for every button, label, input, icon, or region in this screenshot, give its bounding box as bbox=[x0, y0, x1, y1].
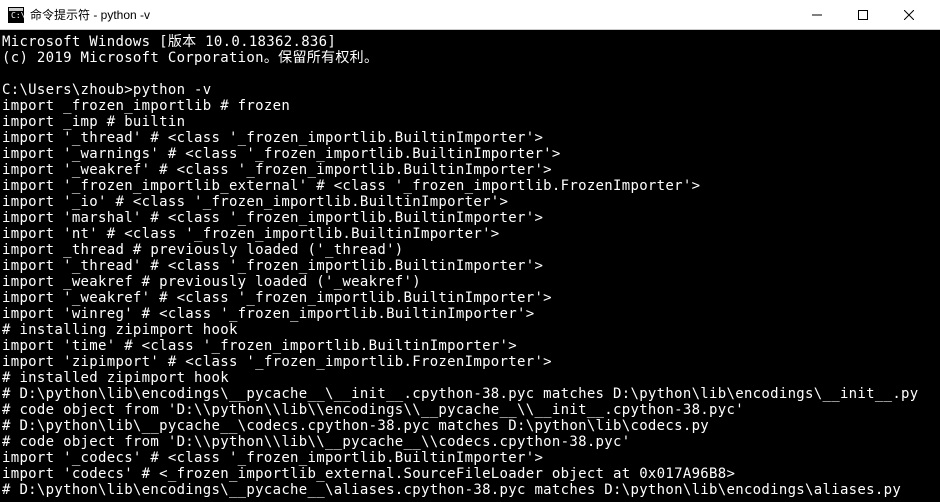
terminal-line: import '_codecs' # <class '_frozen_impor… bbox=[2, 450, 938, 466]
terminal-line: import _thread # previously loaded ('_th… bbox=[2, 242, 938, 258]
terminal-line: import '_weakref' # <class '_frozen_impo… bbox=[2, 290, 938, 306]
terminal-line: import '_io' # <class '_frozen_importlib… bbox=[2, 194, 938, 210]
terminal-line: import '_thread' # <class '_frozen_impor… bbox=[2, 130, 938, 146]
terminal-line: import _imp # builtin bbox=[2, 114, 938, 130]
minimize-button[interactable] bbox=[794, 0, 840, 30]
terminal-line: import _frozen_importlib # frozen bbox=[2, 98, 938, 114]
terminal-line: (c) 2019 Microsoft Corporation。保留所有权利。 bbox=[2, 50, 938, 66]
terminal-line: # D:\python\lib\encodings\__pycache__\__… bbox=[2, 386, 938, 402]
window-title: 命令提示符 - python -v bbox=[30, 6, 794, 23]
terminal-line: import 'nt' # <class '_frozen_importlib.… bbox=[2, 226, 938, 242]
maximize-button[interactable] bbox=[840, 0, 886, 30]
terminal-line: # installing zipimport hook bbox=[2, 322, 938, 338]
terminal-line: import 'time' # <class '_frozen_importli… bbox=[2, 338, 938, 354]
terminal-line: import '_thread' # <class '_frozen_impor… bbox=[2, 258, 938, 274]
terminal-line: import 'marshal' # <class '_frozen_impor… bbox=[2, 210, 938, 226]
terminal-line: # D:\python\lib\encodings\__pycache__\al… bbox=[2, 482, 938, 498]
terminal-line: Microsoft Windows [版本 10.0.18362.836] bbox=[2, 34, 938, 50]
svg-text:C:\: C:\ bbox=[11, 11, 24, 20]
terminal-output[interactable]: Microsoft Windows [版本 10.0.18362.836](c)… bbox=[0, 30, 940, 502]
terminal-line: # installed zipimport hook bbox=[2, 370, 938, 386]
terminal-line: import '_warnings' # <class '_frozen_imp… bbox=[2, 146, 938, 162]
terminal-line: import 'winreg' # <class '_frozen_import… bbox=[2, 306, 938, 322]
terminal-line: C:\Users\zhoub>python -v bbox=[2, 82, 938, 98]
terminal-line: # D:\python\lib\__pycache__\codecs.cpyth… bbox=[2, 418, 938, 434]
terminal-line: import '_weakref' # <class '_frozen_impo… bbox=[2, 162, 938, 178]
terminal-line: import _weakref # previously loaded ('_w… bbox=[2, 274, 938, 290]
window-titlebar: C:\ 命令提示符 - python -v bbox=[0, 0, 940, 30]
terminal-line: import 'codecs' # <_frozen_importlib_ext… bbox=[2, 466, 938, 482]
terminal-line: import 'zipimport' # <class '_frozen_imp… bbox=[2, 354, 938, 370]
window-controls bbox=[794, 0, 932, 30]
terminal-line: # code object from 'D:\\python\\lib\\enc… bbox=[2, 402, 938, 418]
terminal-line bbox=[2, 66, 938, 82]
cmd-icon: C:\ bbox=[8, 7, 24, 23]
close-button[interactable] bbox=[886, 0, 932, 30]
terminal-line: import '_frozen_importlib_external' # <c… bbox=[2, 178, 938, 194]
terminal-line: # code object from 'D:\\python\\lib\\__p… bbox=[2, 434, 938, 450]
